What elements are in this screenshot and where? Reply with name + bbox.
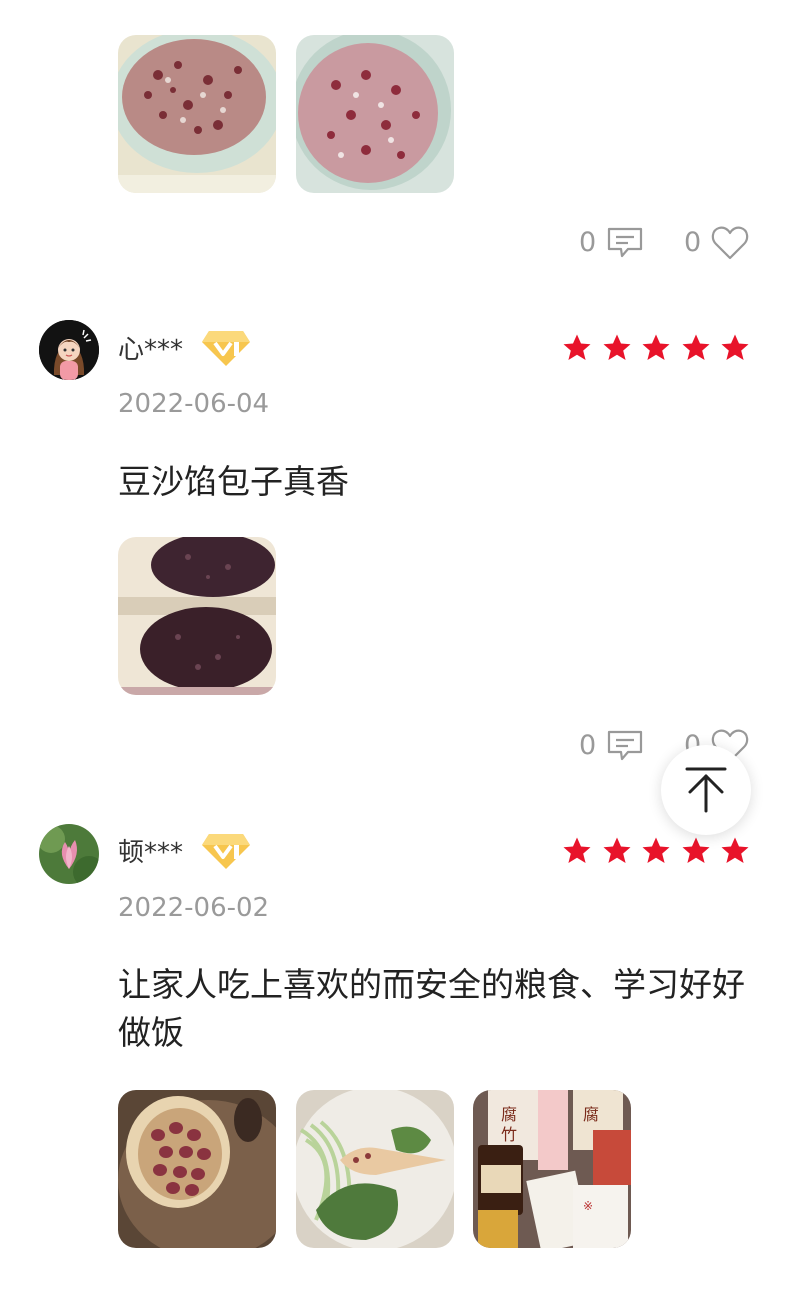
vip-badge-icon [202,331,250,366]
username: 顿*** [118,838,184,868]
star-icon [721,837,749,863]
back-to-top-icon [685,767,727,813]
review-photo[interactable] [118,1090,276,1248]
avatar[interactable] [39,320,99,380]
review-text: 豆沙馅包子真香 [118,462,349,501]
review-photo[interactable] [118,35,276,193]
comment-icon[interactable] [606,729,644,763]
review-date: 2022-06-02 [118,893,270,923]
comment-icon[interactable] [606,226,644,260]
svg-text:※: ※ [583,1199,593,1213]
svg-text:腐: 腐 [501,1105,517,1124]
comment-count: 0 [579,730,597,761]
star-icon [721,334,749,360]
comment-count: 0 [579,227,597,258]
review-photo[interactable] [296,1090,454,1248]
star-icon [682,837,709,863]
review-photo[interactable] [118,537,276,695]
star-icon [682,334,709,360]
rating-stars [562,333,750,363]
avatar[interactable] [39,824,99,884]
vip-badge-icon [202,834,250,869]
like-count: 0 [684,227,702,258]
username: 心*** [118,335,184,365]
back-to-top-button[interactable] [661,745,751,835]
review-photo[interactable]: 腐 竹 腐 ※ [473,1090,631,1248]
star-icon [603,837,630,863]
rating-stars [562,836,750,866]
svg-text:腐: 腐 [583,1105,599,1124]
star-icon [603,334,630,360]
review-photo[interactable] [296,35,454,193]
heart-icon[interactable] [711,225,749,261]
star-icon [563,334,591,360]
star-icon [642,837,670,863]
star-icon [563,837,591,863]
star-icon [642,334,670,360]
review-date: 2022-06-04 [118,389,270,419]
svg-text:竹: 竹 [501,1125,517,1144]
review-text: 让家人吃上喜欢的而安全的粮食、学习好好做饭 [118,965,745,1052]
